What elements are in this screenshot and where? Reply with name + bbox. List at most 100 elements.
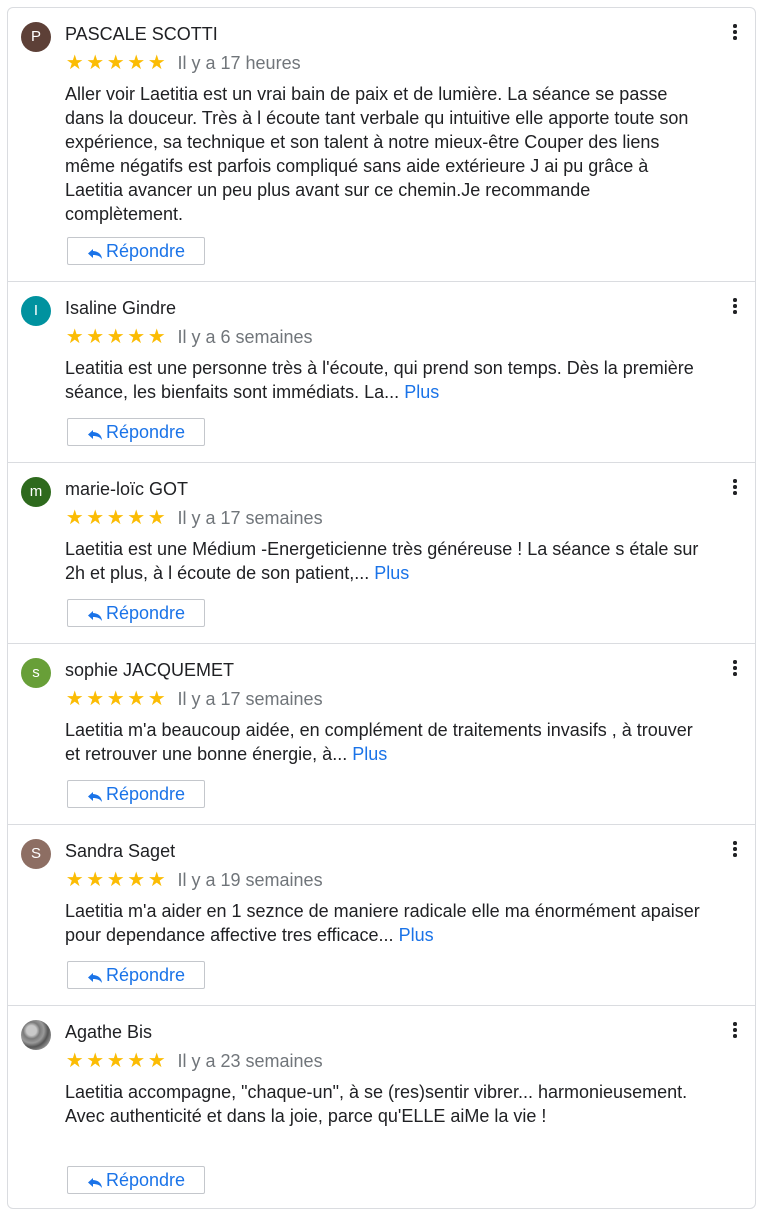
star-icon: ★	[86, 52, 105, 74]
star-icon: ★	[147, 1050, 166, 1072]
star-icon: ★	[86, 507, 105, 529]
star-rating: ★ ★ ★ ★ ★	[65, 327, 167, 347]
reviews-list: P PASCALE SCOTTI ★ ★ ★ ★ ★ Il y a 17 heures …	[7, 7, 756, 1209]
star-icon: ★	[86, 1050, 105, 1072]
star-icon: ★	[65, 1050, 84, 1072]
star-rating: ★ ★ ★ ★ ★	[65, 870, 167, 890]
reviewer-name[interactable]: sophie JACQUEMET	[65, 659, 234, 681]
reply-icon	[87, 1178, 102, 1188]
review-card: Agathe Bis ★ ★ ★ ★ ★ Il y a 23 semaines Laet…	[8, 1006, 755, 1208]
star-icon: ★	[127, 326, 146, 348]
review-text: Laetitia m'a aider en 1 seznce de manier…	[65, 899, 705, 947]
more-vert-icon[interactable]	[733, 660, 737, 678]
reply-button[interactable]: Répondre	[67, 780, 205, 808]
reply-icon	[87, 792, 102, 802]
star-icon: ★	[106, 52, 125, 74]
star-icon: ★	[65, 52, 84, 74]
more-vert-icon[interactable]	[733, 479, 737, 497]
review-date: Il y a 17 semaines	[177, 508, 323, 528]
reply-button[interactable]: Répondre	[67, 1166, 205, 1194]
avatar[interactable]: S	[21, 839, 51, 869]
review-text: Laetitia m'a beaucoup aidée, en compléme…	[65, 718, 705, 766]
star-icon: ★	[127, 507, 146, 529]
review-text-body: Leatitia est une personne très à l'écout…	[65, 358, 694, 402]
review-card: S Sandra Saget ★ ★ ★ ★ ★ Il y a 19 semaines …	[8, 825, 755, 1006]
reply-label: Répondre	[105, 602, 186, 623]
star-icon: ★	[147, 688, 166, 710]
star-rating: ★ ★ ★ ★ ★	[65, 53, 167, 73]
reply-label: Répondre	[105, 964, 186, 985]
star-icon: ★	[106, 326, 125, 348]
reviewer-name[interactable]: marie-loïc GOT	[65, 478, 188, 500]
review-text: Laetitia accompagne, "chaque-un", à se (…	[65, 1080, 705, 1128]
star-icon: ★	[106, 869, 125, 891]
star-icon: ★	[127, 869, 146, 891]
star-icon: ★	[86, 688, 105, 710]
review-card: m marie-loïc GOT ★ ★ ★ ★ ★ Il y a 17 semaine…	[8, 463, 755, 644]
star-rating: ★ ★ ★ ★ ★	[65, 689, 167, 709]
avatar[interactable]: s	[21, 658, 51, 688]
more-vert-icon[interactable]	[733, 1022, 737, 1040]
review-card: P PASCALE SCOTTI ★ ★ ★ ★ ★ Il y a 17 heures …	[8, 8, 755, 282]
review-card: s sophie JACQUEMET ★ ★ ★ ★ ★ Il y a 17 semai…	[8, 644, 755, 825]
star-icon: ★	[86, 869, 105, 891]
reply-button[interactable]: Répondre	[67, 599, 205, 627]
star-rating: ★ ★ ★ ★ ★	[65, 508, 167, 528]
review-meta: ★ ★ ★ ★ ★ Il y a 17 semaines	[65, 688, 323, 710]
avatar[interactable]	[21, 1020, 51, 1050]
star-icon: ★	[106, 507, 125, 529]
reply-button[interactable]: Répondre	[67, 961, 205, 989]
star-icon: ★	[127, 1050, 146, 1072]
reviewer-name[interactable]: Sandra Saget	[65, 840, 175, 862]
reviewer-name[interactable]: Isaline Gindre	[65, 297, 176, 319]
review-text: Laetitia est une Médium -Energeticienne …	[65, 537, 705, 585]
reply-button[interactable]: Répondre	[67, 237, 205, 265]
reply-label: Répondre	[105, 421, 186, 442]
reply-label: Répondre	[105, 1169, 186, 1190]
star-icon: ★	[147, 507, 166, 529]
star-rating: ★ ★ ★ ★ ★	[65, 1051, 167, 1071]
review-meta: ★ ★ ★ ★ ★ Il y a 6 semaines	[65, 326, 313, 348]
review-text: Aller voir Laetitia est un vrai bain de …	[65, 82, 705, 226]
review-text-body: Laetitia m'a aider en 1 seznce de manier…	[65, 901, 700, 945]
review-date: Il y a 19 semaines	[177, 870, 323, 890]
star-icon: ★	[127, 688, 146, 710]
more-vert-icon[interactable]	[733, 298, 737, 316]
star-icon: ★	[147, 869, 166, 891]
review-text: Leatitia est une personne très à l'écout…	[65, 356, 705, 404]
reply-label: Répondre	[105, 240, 186, 261]
star-icon: ★	[127, 52, 146, 74]
reviewer-name[interactable]: PASCALE SCOTTI	[65, 23, 218, 45]
review-date: Il y a 23 semaines	[177, 1051, 323, 1071]
avatar[interactable]: P	[21, 22, 51, 52]
more-link[interactable]: Plus	[352, 744, 387, 764]
star-icon: ★	[106, 688, 125, 710]
review-card: I Isaline Gindre ★ ★ ★ ★ ★ Il y a 6 semaines…	[8, 282, 755, 463]
reply-icon	[87, 611, 102, 621]
reply-icon	[87, 430, 102, 440]
star-icon: ★	[106, 1050, 125, 1072]
reply-icon	[87, 249, 102, 259]
star-icon: ★	[147, 52, 166, 74]
reply-icon	[87, 973, 102, 983]
more-link[interactable]: Plus	[404, 382, 439, 402]
review-text-body: Aller voir Laetitia est un vrai bain de …	[65, 84, 689, 224]
more-vert-icon[interactable]	[733, 24, 737, 42]
review-date: Il y a 6 semaines	[177, 327, 313, 347]
star-icon: ★	[65, 326, 84, 348]
more-link[interactable]: Plus	[374, 563, 409, 583]
review-text-body: Laetitia accompagne, "chaque-un", à se (…	[65, 1082, 688, 1126]
more-vert-icon[interactable]	[733, 841, 737, 859]
star-icon: ★	[65, 507, 84, 529]
avatar[interactable]: m	[21, 477, 51, 507]
more-link[interactable]: Plus	[399, 925, 434, 945]
review-date: Il y a 17 heures	[177, 53, 301, 73]
avatar[interactable]: I	[21, 296, 51, 326]
review-date: Il y a 17 semaines	[177, 689, 323, 709]
reply-label: Répondre	[105, 783, 186, 804]
reply-button[interactable]: Répondre	[67, 418, 205, 446]
star-icon: ★	[147, 326, 166, 348]
reviewer-name[interactable]: Agathe Bis	[65, 1021, 152, 1043]
review-meta: ★ ★ ★ ★ ★ Il y a 17 heures	[65, 52, 301, 74]
star-icon: ★	[86, 326, 105, 348]
